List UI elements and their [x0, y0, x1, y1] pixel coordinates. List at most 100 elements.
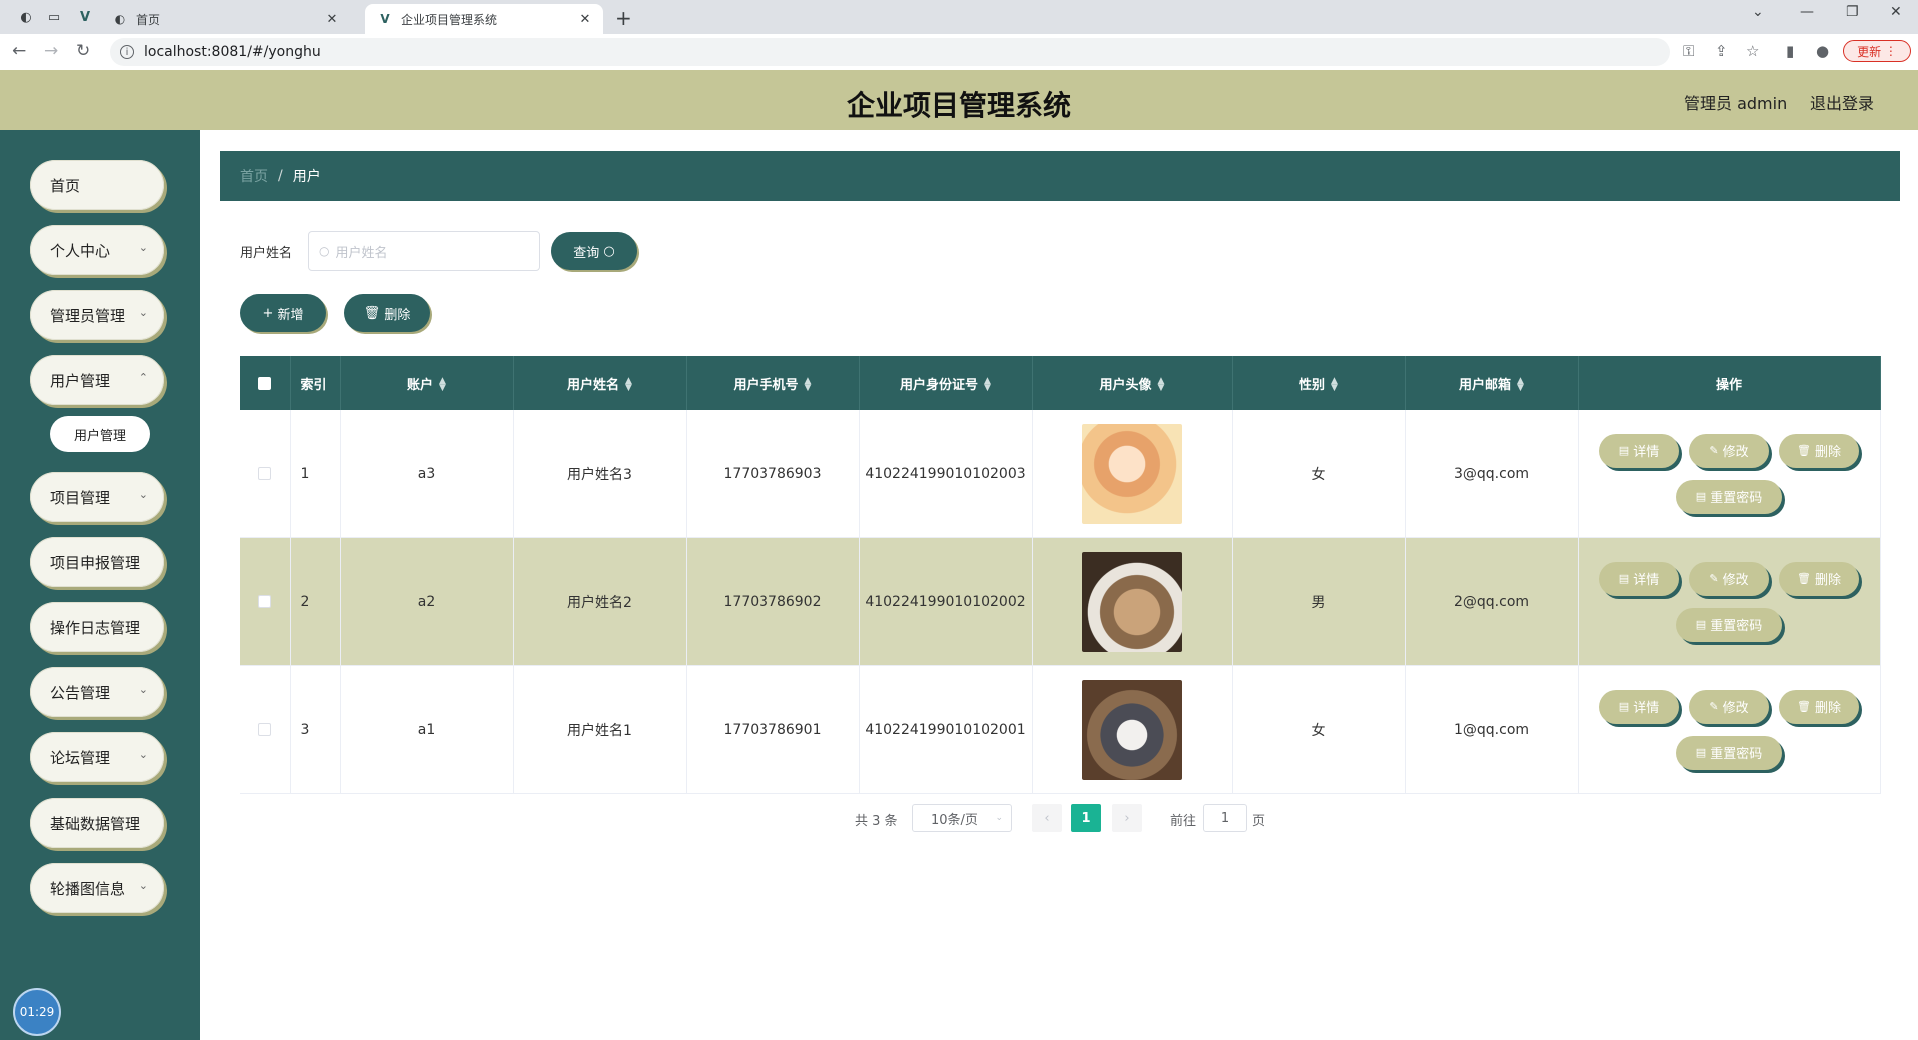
search-input[interactable]: ○ 用户姓名: [308, 231, 540, 271]
new-tab-icon[interactable]: +: [615, 6, 632, 30]
header-gender[interactable]: 性别 ▲ ▼: [1232, 356, 1406, 410]
chevron-down-icon: ⌄: [138, 879, 148, 892]
vue-favicon-icon[interactable]: V: [75, 7, 95, 27]
trash-icon: 🗑: [363, 305, 381, 321]
cell-account: a1: [340, 665, 514, 794]
submenu-item-user-management[interactable]: 用户管理: [50, 416, 150, 452]
key-icon[interactable]: ⚿: [1683, 42, 1694, 60]
url-field[interactable]: i localhost:8081/#/yonghu: [110, 38, 1670, 66]
reload-icon[interactable]: ↻: [76, 41, 90, 61]
cell-email: 2@qq.com: [1405, 537, 1579, 666]
next-page-button[interactable]: ›: [1112, 804, 1142, 832]
detail-button[interactable]: ▤ 详情: [1599, 433, 1679, 468]
update-button[interactable]: 更新 ⋮: [1843, 40, 1911, 62]
header-name[interactable]: 用户姓名 ▲ ▼: [513, 356, 687, 410]
reset-password-button[interactable]: ▤ 重置密码: [1676, 479, 1782, 514]
sidebar-item-operation-log[interactable]: 操作日志管理: [30, 602, 164, 652]
delete-button[interactable]: 🗑 删除: [1779, 561, 1859, 596]
close-tab-icon[interactable]: ✕: [322, 12, 342, 27]
cell-index: 2: [290, 537, 341, 666]
close-tab-icon[interactable]: ✕: [575, 12, 595, 27]
reset-password-button[interactable]: ▤ 重置密码: [1676, 607, 1782, 642]
app-favicon-icon[interactable]: ◐: [16, 7, 36, 27]
page-number-current[interactable]: 1: [1071, 804, 1101, 832]
profile-icon[interactable]: ●: [1816, 42, 1829, 60]
forward-icon[interactable]: →: [44, 41, 58, 61]
add-button[interactable]: + 新增: [240, 294, 326, 332]
minimize-icon[interactable]: —: [1800, 4, 1814, 20]
detail-button[interactable]: ▤ 详情: [1599, 561, 1679, 596]
back-icon[interactable]: ←: [12, 41, 26, 61]
sort-icon[interactable]: ▲ ▼: [805, 377, 812, 393]
sidepanel-icon[interactable]: ▮: [1786, 42, 1794, 60]
page-size-select[interactable]: 10条/页 ⌄: [912, 804, 1012, 832]
sort-icon[interactable]: ▲ ▼: [1331, 377, 1338, 393]
sort-icon[interactable]: ▲ ▼: [984, 377, 991, 393]
cell-ops: ▤ 详情 ✎ 修改 🗑 删除 ▤ 重置密码: [1578, 665, 1881, 794]
cell-ops: ▤ 详情 ✎ 修改 🗑 删除 ▤ 重置密码: [1578, 410, 1881, 538]
header-email[interactable]: 用户邮箱 ▲ ▼: [1405, 356, 1579, 410]
sidebar-item-admin-management[interactable]: 管理员管理 ⌄: [30, 290, 164, 340]
share-icon[interactable]: ⇪: [1715, 42, 1728, 60]
cell-index: 3: [290, 665, 341, 794]
sidebar-item-carousel[interactable]: 轮播图信息 ⌄: [30, 863, 164, 913]
edit-button[interactable]: ✎ 修改: [1689, 433, 1769, 468]
batch-delete-button[interactable]: 🗑 删除: [344, 294, 430, 332]
delete-button[interactable]: 🗑 删除: [1779, 689, 1859, 724]
star-icon[interactable]: ☆: [1746, 42, 1759, 60]
cell-gender: 男: [1232, 537, 1406, 666]
avatar[interactable]: [1082, 423, 1182, 524]
breadcrumb-home[interactable]: 首页: [240, 166, 268, 186]
select-all-checkbox[interactable]: [258, 376, 272, 390]
avatar[interactable]: [1082, 551, 1182, 652]
cell-gender: 女: [1232, 665, 1406, 794]
sidebar-item-notice-management[interactable]: 公告管理 ⌄: [30, 667, 164, 717]
restore-icon[interactable]: ❐: [1846, 4, 1859, 20]
chevron-down-icon: ⌄: [138, 683, 148, 696]
sidebar-item-home[interactable]: 首页: [30, 160, 164, 210]
header-avatar[interactable]: 用户头像 ▲ ▼: [1032, 356, 1233, 410]
tab-search-icon[interactable]: ⌄: [1752, 4, 1764, 20]
sidebar-item-base-data[interactable]: 基础数据管理: [30, 798, 164, 848]
sidebar-item-user-management[interactable]: 用户管理 ⌃: [30, 355, 164, 405]
address-bar: ← → ↻ i localhost:8081/#/yonghu ⚿ ⇪ ☆ ▮ …: [0, 34, 1918, 71]
prev-page-button[interactable]: ‹: [1032, 804, 1062, 832]
header-idcard[interactable]: 用户身份证号 ▲ ▼: [859, 356, 1033, 410]
sort-icon[interactable]: ▲ ▼: [1517, 377, 1524, 393]
browser-tab-active[interactable]: V 企业项目管理系统 ✕: [365, 4, 603, 34]
sort-icon[interactable]: ▲ ▼: [1158, 377, 1165, 393]
site-info-icon[interactable]: i: [120, 45, 134, 59]
logout-link[interactable]: 退出登录: [1810, 90, 1874, 114]
app-title: 企业项目管理系统: [846, 89, 1071, 122]
sidebar-item-project-application[interactable]: 项目申报管理: [30, 537, 164, 587]
row-checkbox[interactable]: [258, 723, 272, 736]
cell-gender: 女: [1232, 410, 1406, 538]
goto-page-input[interactable]: 1: [1203, 804, 1247, 832]
query-button[interactable]: 查询 ○: [551, 232, 637, 270]
delete-button[interactable]: 🗑 删除: [1779, 433, 1859, 468]
window-tab-icon[interactable]: ▭: [44, 7, 64, 27]
reset-password-button[interactable]: ▤ 重置密码: [1676, 735, 1782, 770]
sort-icon[interactable]: ▲ ▼: [625, 377, 632, 393]
header-account[interactable]: 账户 ▲ ▼: [340, 356, 514, 410]
edit-button[interactable]: ✎ 修改: [1689, 689, 1769, 724]
sidebar-item-forum-management[interactable]: 论坛管理 ⌄: [30, 732, 164, 782]
globe-icon: ◐: [114, 12, 126, 26]
edit-button[interactable]: ✎ 修改: [1689, 561, 1769, 596]
close-window-icon[interactable]: ✕: [1890, 4, 1902, 20]
sort-icon[interactable]: ▲ ▼: [439, 377, 446, 393]
header-phone[interactable]: 用户手机号 ▲ ▼: [686, 356, 860, 410]
browser-tab-home[interactable]: ◐ 首页 ✕: [100, 4, 350, 34]
avatar[interactable]: [1082, 679, 1182, 780]
row-checkbox[interactable]: [258, 467, 272, 480]
detail-button[interactable]: ▤ 详情: [1599, 689, 1679, 724]
chevron-up-icon: ⌃: [138, 371, 148, 384]
chevron-down-icon: ⌄: [138, 306, 148, 319]
pencil-icon: ✎: [1709, 572, 1719, 585]
sidebar-item-project-management[interactable]: 项目管理 ⌄: [30, 472, 164, 522]
clock-badge[interactable]: 01:29: [13, 988, 61, 1036]
row-checkbox[interactable]: [258, 595, 272, 608]
select-all-cell[interactable]: [240, 356, 291, 410]
cell-phone: 17703786903: [686, 410, 860, 538]
sidebar-item-personal-center[interactable]: 个人中心 ⌄: [30, 225, 164, 275]
